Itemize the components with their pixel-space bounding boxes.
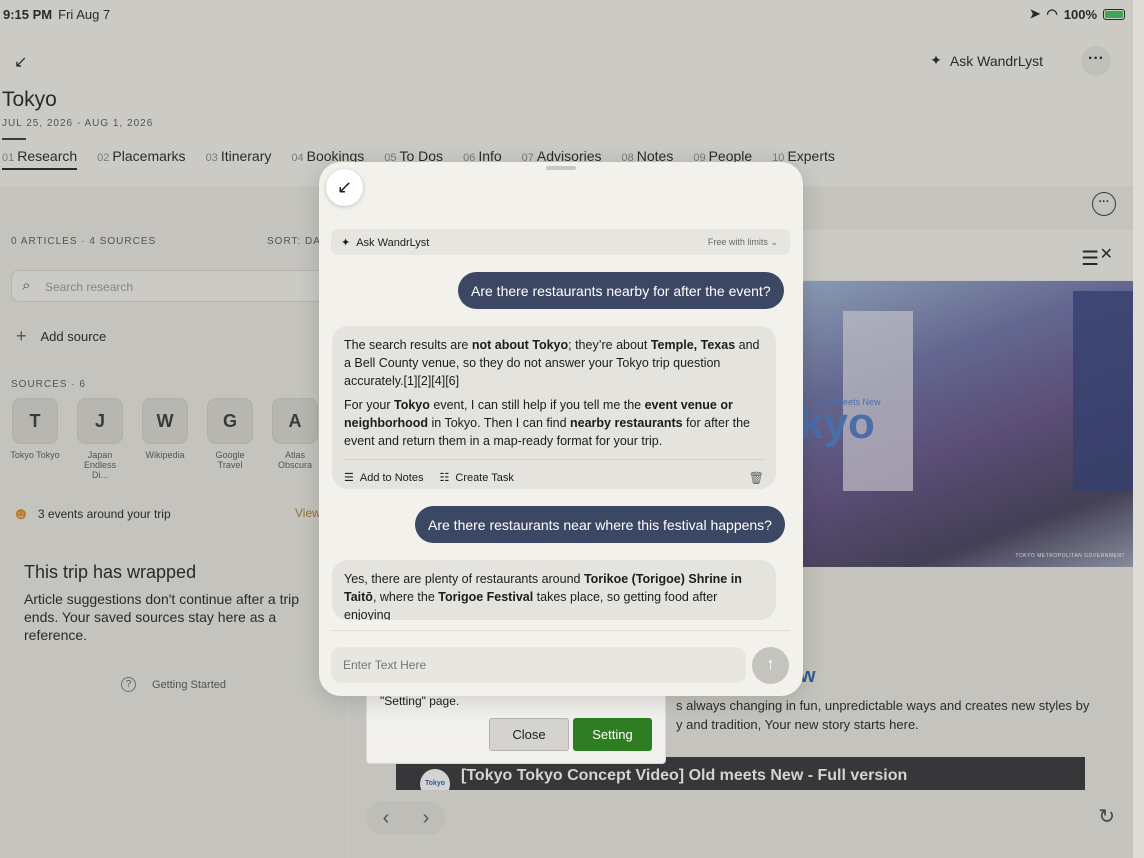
arrow-up-icon: ↑ [766, 656, 775, 673]
create-task-button[interactable]: ☷ Create Task [439, 469, 513, 487]
assistant-paragraph: For your Tokyo event, I can still help i… [344, 398, 750, 448]
sheet-grabber[interactable] [546, 166, 576, 170]
collapse-sheet-button[interactable]: ↙ [326, 169, 363, 206]
chat-input[interactable] [331, 647, 746, 683]
ask-bar[interactable]: ✦ Ask WandrLyst Free with limits ⌄ [331, 229, 790, 255]
message-actions: ☰ Add to Notes ☷ Create Task 🗑 [344, 459, 764, 487]
setting-button[interactable]: Setting [573, 718, 652, 751]
task-list-icon: ☷ [439, 472, 450, 484]
sparkle-icon: ✦ [341, 237, 351, 249]
ask-bar-left: ✦ Ask WandrLyst [341, 236, 430, 250]
ask-bar-label: Ask WandrLyst [356, 236, 430, 249]
user-message: Are there restaurants near where this fe… [415, 506, 785, 543]
chevron-down-icon: ⌄ [770, 237, 778, 247]
app-root: 9:15 PM Fri Aug 7 ➤ ◠ 100% ↙ ✦ Ask WandrL… [0, 0, 1133, 858]
dialog-message: "Setting" page. [380, 694, 460, 708]
create-task-label: Create Task [455, 472, 514, 484]
assistant-message: Yes, there are plenty of restaurants aro… [332, 560, 776, 620]
plan-label: Free with limits [707, 237, 768, 247]
plan-selector[interactable]: Free with limits ⌄ [708, 237, 778, 248]
notes-icon: ☰ [344, 472, 354, 484]
divider [331, 630, 790, 631]
chat-sheet: ↙ ✦ Ask WandrLyst Free with limits ⌄ Are… [319, 162, 803, 696]
add-to-notes-label: Add to Notes [359, 472, 424, 484]
assistant-message: The search results are not about Tokyo; … [332, 326, 776, 489]
send-button[interactable]: ↑ [752, 647, 789, 684]
trash-icon[interactable]: 🗑 [749, 469, 764, 487]
user-message: Are there restaurants nearby for after t… [458, 272, 784, 309]
collapse-arrow-icon: ↙ [336, 177, 353, 197]
add-to-notes-button[interactable]: ☰ Add to Notes [344, 469, 423, 487]
assistant-paragraph: The search results are not about Tokyo; … [344, 338, 760, 388]
assistant-paragraph: Yes, there are plenty of restaurants aro… [344, 572, 742, 620]
close-button[interactable]: Close [489, 718, 569, 751]
